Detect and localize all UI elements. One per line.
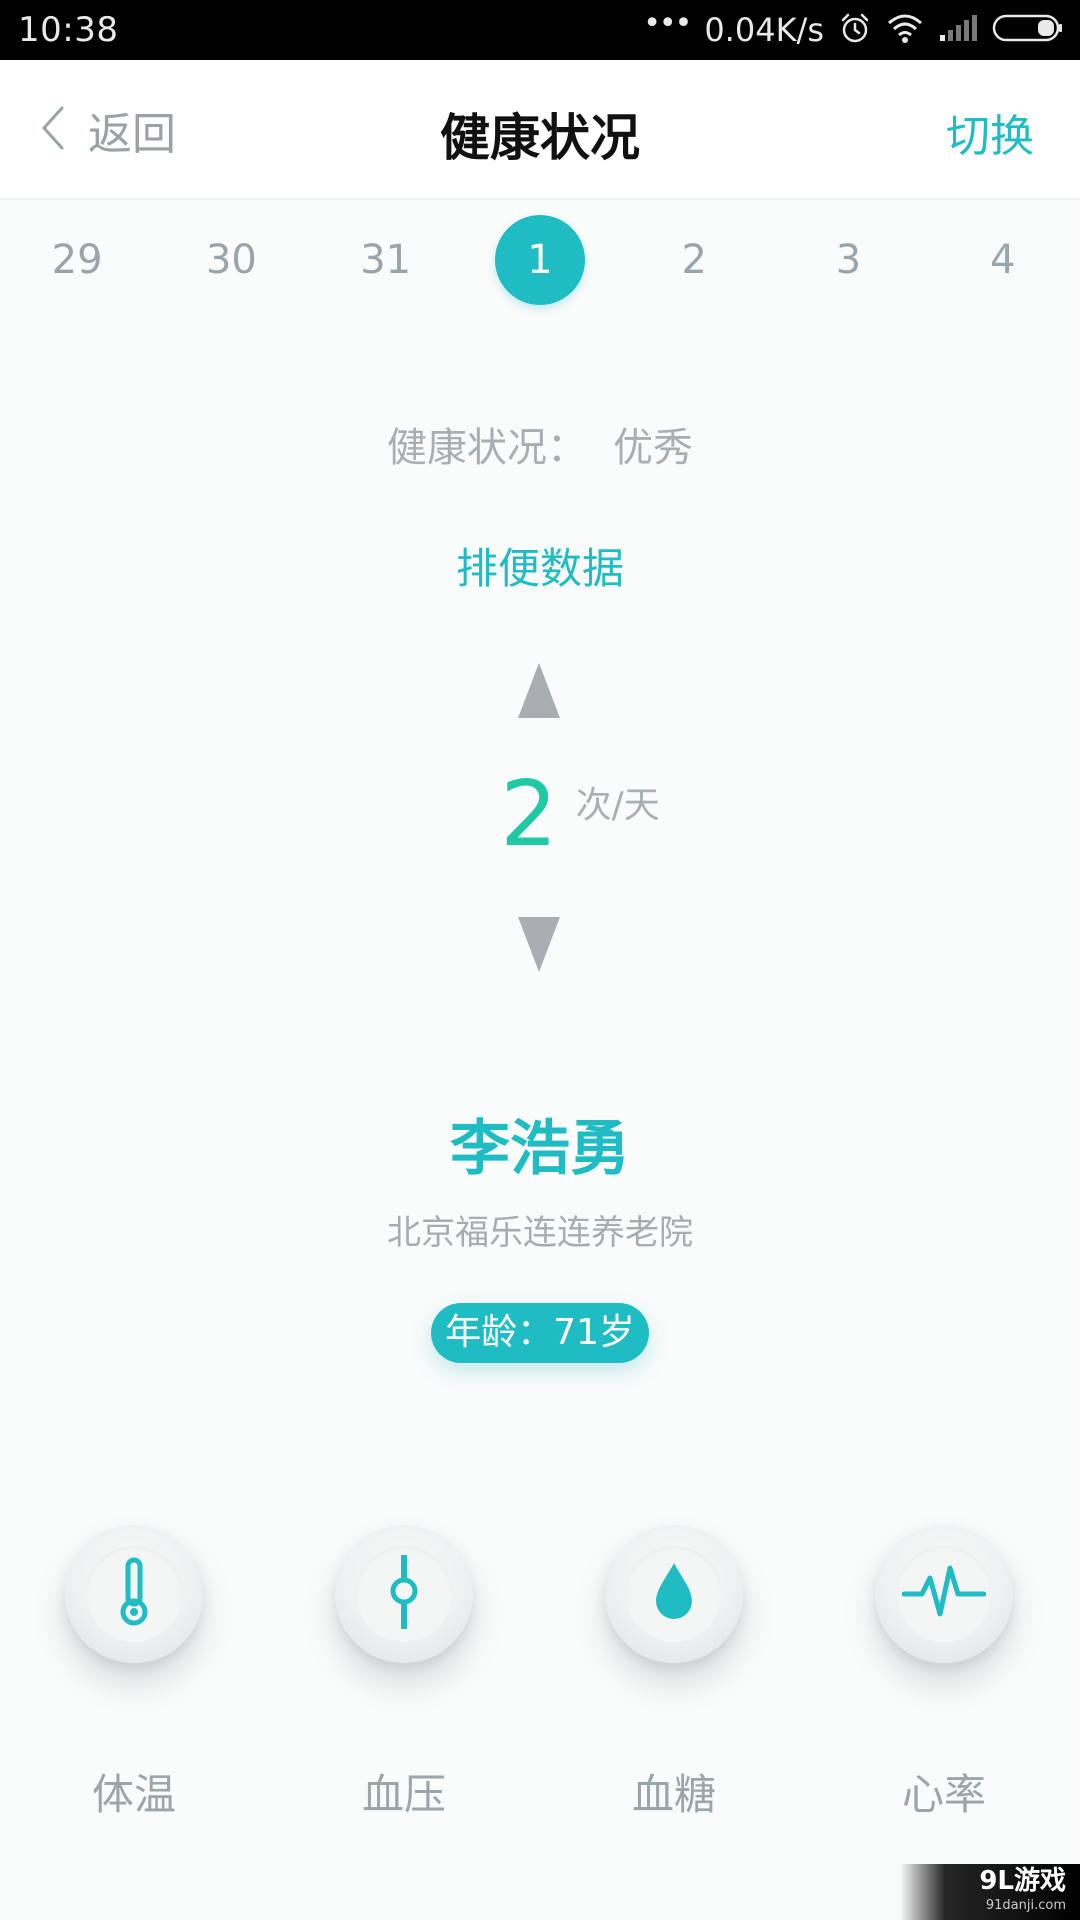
metric-label-blood-sugar: 血糖 xyxy=(631,1770,716,1819)
date-label: 3 xyxy=(835,237,862,283)
metric-buttons: 体温 血压 血糖 心率 xyxy=(0,1525,1080,1825)
network-speed: 0.04K/s xyxy=(704,11,824,49)
metric-inner xyxy=(896,1546,992,1642)
metric-circle xyxy=(335,1525,473,1663)
health-status-label: 健康状况： xyxy=(387,425,587,471)
watermark: 9L游戏 91danji.com xyxy=(900,1864,1080,1920)
status-bar: 10:38 ••• 0.04K/s xyxy=(0,0,1080,60)
app-screen: 10:38 ••• 0.04K/s 返回 健康状况 切换 29 30 31 1 … xyxy=(0,0,1080,1920)
date-selector: 29 30 31 1 2 3 4 xyxy=(0,210,1080,310)
metric-blood-pressure-button[interactable]: 血压 xyxy=(294,1525,514,1822)
wifi-icon xyxy=(886,12,924,48)
metric-circle xyxy=(875,1525,1013,1663)
person-name: 李浩勇 xyxy=(450,1114,630,1184)
battery-icon xyxy=(992,13,1064,47)
age-badge: 年龄：71岁 xyxy=(431,1303,649,1363)
metric-blood-sugar-button[interactable]: 血糖 xyxy=(564,1525,784,1822)
blood-pressure-icon xyxy=(382,1553,426,1635)
measurement-value-row: 2 次/天 xyxy=(0,770,1080,860)
date-label: 31 xyxy=(360,237,412,283)
measurement-value: 2 xyxy=(500,762,558,867)
data-type-title[interactable]: 排便数据 xyxy=(0,535,1080,596)
metric-inner xyxy=(356,1546,452,1642)
increase-arrow-icon[interactable] xyxy=(518,663,560,718)
watermark-brand: 9L游戏 xyxy=(979,1866,1066,1896)
date-label: 30 xyxy=(205,237,257,283)
blood-drop-icon xyxy=(650,1561,698,1627)
age-badge-container: 年龄：71岁 xyxy=(0,1303,1080,1363)
metric-label-blood-pressure: 血压 xyxy=(361,1770,446,1819)
header-bar: 返回 健康状况 切换 xyxy=(0,60,1080,200)
date-label: 4 xyxy=(990,237,1016,283)
date-item[interactable]: 29 xyxy=(0,210,154,310)
page-title: 健康状况 xyxy=(440,109,640,167)
health-status-line: 健康状况： 优秀 xyxy=(0,415,1080,473)
date-item-selected[interactable]: 1 xyxy=(463,210,617,310)
metric-circle xyxy=(65,1525,203,1663)
date-label: 1 xyxy=(494,215,585,305)
institution-name: 北京福乐连连养老院 xyxy=(387,1213,693,1253)
metric-label-temperature: 体温 xyxy=(91,1770,176,1819)
signal-icon xyxy=(938,13,978,47)
heartbeat-icon xyxy=(901,1562,987,1626)
date-item[interactable]: 2 xyxy=(617,210,771,310)
switch-button[interactable]: 切换 xyxy=(946,100,1034,164)
watermark-url: 91danji.com xyxy=(985,1898,1066,1913)
date-item[interactable]: 31 xyxy=(309,210,463,310)
metric-circle xyxy=(605,1525,743,1663)
metric-inner xyxy=(86,1546,182,1642)
date-item[interactable]: 4 xyxy=(926,210,1080,310)
date-label: 2 xyxy=(681,237,707,283)
alarm-icon xyxy=(838,11,872,49)
measurement-unit: 次/天 xyxy=(575,785,660,826)
decrease-arrow-icon[interactable] xyxy=(518,917,560,972)
thermometer-icon xyxy=(109,1556,159,1632)
metric-inner xyxy=(626,1546,722,1642)
status-indicators: ••• 0.04K/s xyxy=(643,6,1064,49)
metric-heart-rate-button[interactable]: 心率 xyxy=(834,1525,1054,1822)
health-status-value: 优秀 xyxy=(613,425,693,471)
date-item[interactable]: 30 xyxy=(154,210,308,310)
metric-label-heart-rate: 心率 xyxy=(901,1770,986,1819)
metric-temperature-button[interactable]: 体温 xyxy=(24,1525,244,1822)
more-dots: ••• xyxy=(643,6,692,41)
status-time: 10:38 xyxy=(18,10,119,50)
date-item[interactable]: 3 xyxy=(771,210,925,310)
date-label: 29 xyxy=(51,237,103,283)
